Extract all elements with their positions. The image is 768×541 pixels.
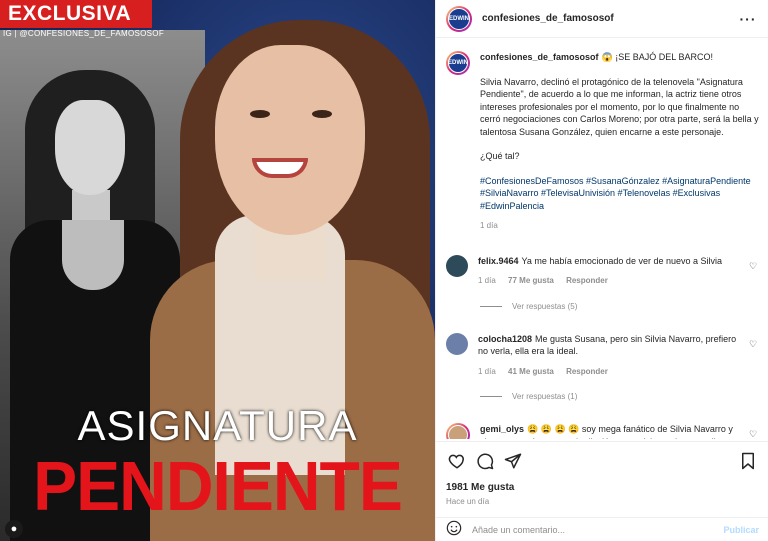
more-options-icon[interactable]: ···: [738, 11, 758, 27]
post-panel: EDWIN confesiones_de_famososof ··· EDWIN…: [435, 0, 768, 541]
comment-avatar[interactable]: [446, 332, 468, 355]
comment-like-icon[interactable]: ♡: [747, 429, 759, 439]
publish-button[interactable]: Publicar: [723, 525, 759, 535]
comment-likes[interactable]: 77 Me gusta: [508, 276, 554, 285]
comment-likes[interactable]: 41 Me gusta: [508, 367, 554, 376]
avatar[interactable]: EDWIN: [446, 5, 472, 32]
comment-item: gemi_olys 😩 😩 😩 😩 soy mega fanático de Si…: [446, 423, 759, 439]
title-line-1: ASIGNATURA: [77, 402, 358, 449]
comment-username[interactable]: gemi_olys: [480, 424, 524, 434]
post-image[interactable]: EXCLUSIVA IG | @CONFESIONES_DE_FAMOSOSOF…: [0, 0, 435, 541]
comment-icon[interactable]: [474, 450, 496, 472]
caption-question: ¿Qué tal?: [480, 151, 520, 161]
caption-username[interactable]: confesiones_de_famososof: [480, 52, 599, 62]
view-replies-button[interactable]: Ver respuestas (5): [480, 302, 759, 311]
comment-like-icon[interactable]: ♡: [747, 339, 759, 350]
add-comment-bar: Publicar: [436, 517, 768, 541]
comment-avatar[interactable]: [446, 423, 470, 439]
save-icon[interactable]: [737, 450, 759, 472]
caption-headline: 😱 ¡SE BAJÓ DEL BARCO!: [601, 52, 713, 62]
comment-item: colocha1208 Me gusta Susana, pero sin Sil…: [446, 332, 759, 379]
reply-button[interactable]: Responder: [566, 367, 608, 376]
comment-username[interactable]: colocha1208: [478, 334, 532, 344]
source-caption: IG | @CONFESIONES_DE_FAMOSOSOF: [3, 29, 165, 38]
exclusive-badge: EXCLUSIVA: [0, 0, 152, 28]
view-replies-button[interactable]: Ver respuestas (1): [480, 392, 759, 401]
caption-hashtags[interactable]: #ConfesionesDeFamosos #SusanaGónzalez #A…: [480, 175, 759, 213]
post-caption: EDWIN confesiones_de_famososof 😱 ¡SE BAJÓ…: [446, 51, 759, 233]
post-actions: 1981 Me gusta Hace un día Publicar: [436, 441, 768, 541]
tagged-user-icon[interactable]: ●: [5, 520, 23, 538]
reply-button[interactable]: Responder: [566, 276, 608, 285]
caption-body: Silvia Navarro, declinó el protagónico d…: [480, 76, 759, 137]
comment-username[interactable]: felix.9464: [478, 256, 519, 266]
title-line-2: PENDIENTE: [33, 447, 403, 525]
post-header: EDWIN confesiones_de_famososof ···: [436, 0, 768, 38]
share-icon[interactable]: [502, 450, 524, 472]
comment-time: 1 día: [478, 366, 496, 376]
comment-item: felix.9464 Ya me había emocionado de ver …: [446, 254, 759, 288]
comment-like-icon[interactable]: ♡: [747, 261, 759, 272]
comment-time: 1 día: [478, 276, 496, 285]
likes-count[interactable]: 1981 Me gusta: [446, 482, 759, 493]
header-username[interactable]: confesiones_de_famososof: [482, 13, 738, 24]
comment-avatar[interactable]: [446, 254, 468, 277]
post-time: Hace un día: [446, 497, 490, 506]
caption-time: 1 día: [480, 221, 498, 230]
caption-avatar[interactable]: EDWIN: [446, 51, 470, 75]
emoji-icon[interactable]: [446, 520, 462, 541]
comment-text: Ya me había emocionado de ver de nuevo a…: [521, 255, 722, 266]
like-icon[interactable]: [446, 450, 468, 472]
comments-section[interactable]: EDWIN confesiones_de_famososof 😱 ¡SE BAJÓ…: [436, 39, 768, 439]
comment-input[interactable]: [472, 525, 724, 535]
